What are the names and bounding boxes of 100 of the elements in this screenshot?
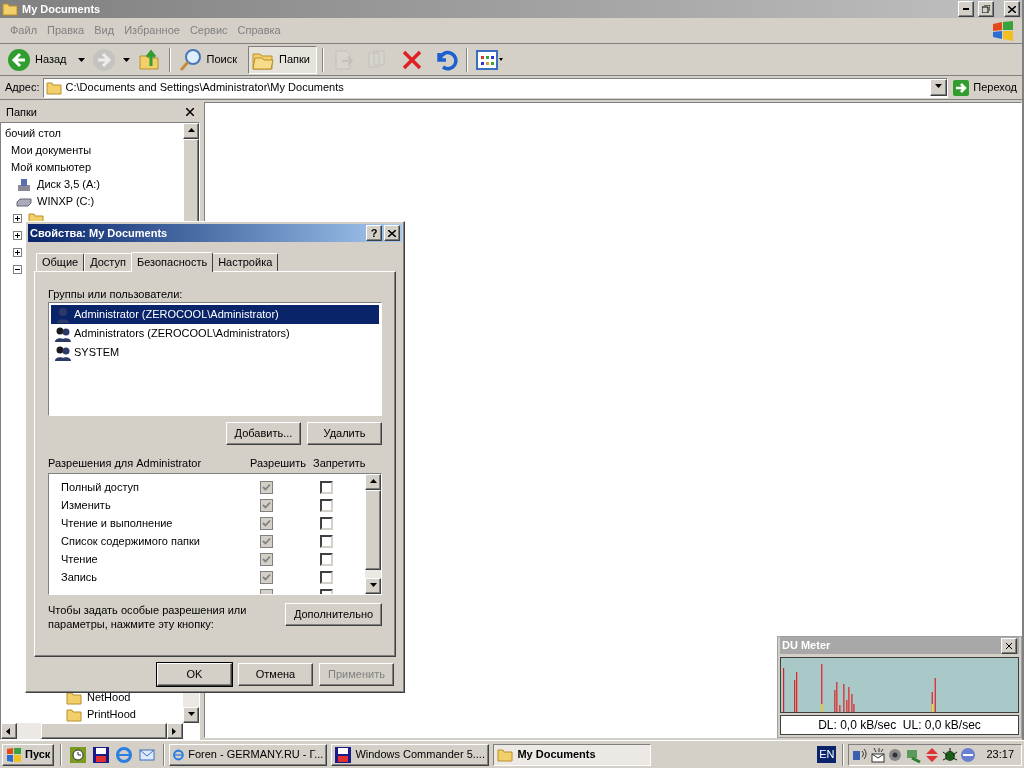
start-button[interactable]: Пуск <box>2 743 55 766</box>
plus-icon <box>15 216 20 221</box>
taskbar-button[interactable]: Foren - GERMANY.RU - Г... <box>169 743 328 766</box>
user-row[interactable]: Administrator (ZEROCOOL\Administrator) <box>51 305 379 324</box>
dropdown-button[interactable] <box>930 79 948 96</box>
user-row[interactable]: Administrators (ZEROCOOL\Administrators) <box>51 324 379 343</box>
dropdown-caret-icon[interactable] <box>122 57 130 62</box>
left-arrow-icon <box>5 727 13 735</box>
transfer-rate: DL: 0,0 kB/sec UL: 0,0 kB/sec <box>780 715 1019 735</box>
close-icon[interactable] <box>186 108 194 116</box>
views-icon <box>475 47 504 72</box>
vertical-scrollbar[interactable] <box>365 474 381 594</box>
help-button[interactable]: ? <box>366 225 382 241</box>
flag-icon <box>990 19 1016 42</box>
checkbox[interactable] <box>320 498 333 512</box>
tree-item[interactable]: Мои документы <box>10 142 93 159</box>
users-icon <box>55 325 71 342</box>
folder-icon <box>45 79 62 96</box>
close-icon <box>388 229 396 237</box>
window-title: My Documents <box>22 1 101 17</box>
tree-item[interactable]: Мой компьютер <box>10 159 93 176</box>
add-button[interactable]: Добавить... <box>226 422 301 445</box>
expand-toggle[interactable] <box>13 248 22 257</box>
permission-name: Запись <box>61 569 98 585</box>
tree-item[interactable]: WINXP (C:) <box>36 193 96 210</box>
search-button[interactable]: Поиск <box>175 45 244 74</box>
minus-icon <box>15 267 20 272</box>
scroll-down-button[interactable] <box>183 707 199 723</box>
folder-icon <box>497 746 514 763</box>
dialog-button[interactable]: Отмена <box>238 663 313 686</box>
expand-toggle[interactable] <box>13 231 22 240</box>
scroll-right-button[interactable] <box>167 723 183 739</box>
checkbox[interactable] <box>320 552 333 566</box>
back-button[interactable]: Назад <box>4 45 74 74</box>
permission-name: Чтение <box>61 551 98 567</box>
folder-icon <box>2 1 18 17</box>
permission-name: Список содержимого папки <box>61 533 200 549</box>
search-icon <box>178 47 203 72</box>
envelope-icon[interactable] <box>870 746 887 763</box>
scroll-thumb[interactable] <box>41 723 167 739</box>
up-arrow-icon <box>369 478 377 486</box>
users-list[interactable]: Administrator (ZEROCOOL\Administrator) Administrators (ZEROCOOL\Administrators) SYSTEM <box>48 302 382 416</box>
scroll-up-button[interactable] <box>365 474 381 490</box>
dropdown-caret-icon[interactable] <box>77 57 85 62</box>
user-row[interactable]: SYSTEM <box>51 343 379 362</box>
tab[interactable]: Настройка <box>212 253 279 271</box>
tree-item[interactable]: бочий стол <box>4 125 62 142</box>
expand-toggle[interactable] <box>13 214 22 223</box>
close-button[interactable] <box>1001 637 1017 654</box>
network-icon[interactable] <box>852 746 869 763</box>
tab[interactable]: Общие <box>36 253 85 271</box>
maximize-button[interactable] <box>978 1 994 17</box>
checkbox[interactable] <box>320 570 333 584</box>
checkbox[interactable] <box>320 516 333 530</box>
dialog-title: Свойства: My Documents <box>30 225 169 241</box>
users-icon <box>55 344 71 361</box>
scroll-up-button[interactable] <box>183 123 199 139</box>
tree-item[interactable]: NetHood <box>86 689 132 706</box>
taskbar-button[interactable]: My Documents <box>493 743 652 766</box>
dialog-button[interactable]: OK <box>157 663 232 686</box>
collapse-toggle[interactable] <box>13 265 22 274</box>
tab[interactable]: Безопасность <box>131 252 214 272</box>
address-label: Адрес: <box>5 80 40 96</box>
scroll-left-button[interactable] <box>1 723 17 739</box>
language-indicator[interactable]: EN <box>817 746 837 763</box>
no-entry-icon[interactable] <box>960 746 977 763</box>
floppy-drive-icon <box>16 176 32 193</box>
bug-icon[interactable] <box>942 746 959 763</box>
groups-label: Группы или пользователи: <box>48 287 184 300</box>
folders-button[interactable]: Папки <box>248 45 317 74</box>
permissions-label: Разрешения для Administrator <box>48 455 203 471</box>
down-arrow-icon <box>369 582 377 590</box>
checkbox[interactable] <box>320 480 333 494</box>
folder-up-icon <box>136 47 161 72</box>
mail-icon[interactable] <box>139 746 156 763</box>
up-arrow-icon <box>187 127 195 135</box>
minimize-icon <box>963 8 969 10</box>
go-button[interactable]: Переход <box>951 77 1019 98</box>
browser-icon[interactable] <box>116 746 133 763</box>
clock-icon[interactable] <box>70 746 87 763</box>
plus-icon <box>15 250 20 255</box>
restore-icon <box>982 5 990 13</box>
down-arrow-icon <box>187 711 195 719</box>
checkbox[interactable] <box>320 534 333 548</box>
scroll-thumb[interactable] <box>365 490 381 570</box>
advanced-hint: Чтобы задать особые разрешения или параметры, нажмите эту кнопку: <box>48 603 248 631</box>
minimize-button[interactable] <box>958 1 974 17</box>
tree-item[interactable]: Диск 3,5 (A:) <box>36 176 102 193</box>
remove-button[interactable]: Удалить <box>307 422 382 445</box>
scroll-down-button[interactable] <box>365 578 381 594</box>
plus-icon <box>15 233 20 238</box>
close-button[interactable] <box>384 225 400 241</box>
deny-column-header: Запретить <box>313 455 366 471</box>
advanced-button[interactable]: Дополнительно <box>285 603 382 626</box>
go-arrow-icon <box>953 79 970 96</box>
close-button[interactable] <box>1004 1 1020 17</box>
horizontal-scrollbar[interactable] <box>1 723 183 739</box>
tree-item[interactable]: PrintHood <box>86 706 137 723</box>
address-field[interactable]: C:\Documents and Settings\Administrator\My Documents <box>42 77 949 98</box>
taskbar-button[interactable]: Windows Commander 5.... <box>331 743 490 766</box>
